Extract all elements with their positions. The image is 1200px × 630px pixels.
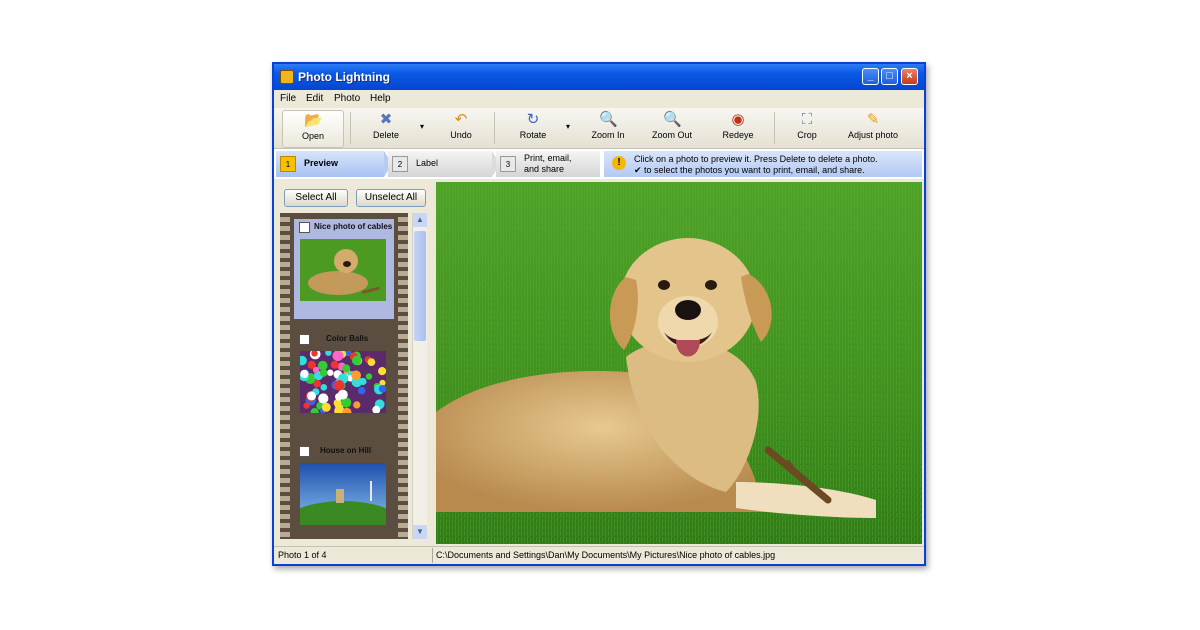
film-perforations [280,213,290,539]
undo-button[interactable]: ↶ Undo [436,110,486,146]
scroll-down-icon[interactable]: ▼ [413,525,427,539]
thumbnail-caption: Nice photo of cables [294,219,394,235]
delete-icon: ✖ [379,111,393,128]
photo-count: Photo 1 of 4 [278,550,327,560]
thumbnail-image-dog [300,239,386,301]
info-icon: ! [612,156,626,170]
filmstrip: Nice photo of cables Color Balls House o… [280,213,408,539]
toolbar: 📂 Open ✖ Delete ▾ ↶ Undo ↻ Rotate ▾ 🔍 Zo… [274,108,924,149]
thumbnail-image-house [300,463,386,525]
zoom-out-button[interactable]: 🔍 Zoom Out [642,110,702,146]
thumbnail-panel: Select All Unselect All Nice photo of ca… [274,179,432,542]
select-all-button[interactable]: Select All [284,189,348,207]
step-label-tab[interactable]: 2 Label [388,151,500,177]
adjust-photo-button[interactable]: ✎ Adjust photo [838,110,908,146]
step-bar: 1 Preview 2 Label 3 Print, email, and sh… [274,149,924,179]
step-label: Label [416,158,439,168]
step-label-line1: Print, email, [524,153,572,163]
step-preview[interactable]: 1 Preview [276,151,392,177]
photo-preview[interactable] [436,182,922,544]
thumbnail-caption: House on Hill [294,443,394,459]
step-number: 3 [500,156,516,172]
dog-photo [436,182,922,544]
step-label-line2: and share [524,164,565,174]
crop-icon: ⛶ [801,111,813,128]
zoom-in-icon: 🔍 [599,111,618,128]
thumbnail-checkbox[interactable] [299,334,310,345]
hint-banner: ! Click on a photo to preview it. Press … [604,151,922,177]
undo-icon: ↶ [454,111,468,128]
menu-help[interactable]: Help [370,93,391,104]
step-number: 1 [280,156,296,172]
toolbar-separator [774,112,775,144]
zoom-out-icon: 🔍 [663,111,682,128]
step-number: 2 [392,156,408,172]
menu-bar: File Edit Photo Help [274,90,924,108]
thumbnail-checkbox[interactable] [299,222,310,233]
adjust-photo-icon: ✎ [866,111,880,128]
rotate-button[interactable]: ↻ Rotate [504,110,562,146]
status-divider [432,548,433,563]
crop-button[interactable]: ⛶ Crop [782,110,832,146]
redeye-button[interactable]: ◉ Redeye [710,110,766,146]
open-button[interactable]: 📂 Open [282,110,344,148]
window-title: Photo Lightning [298,70,390,84]
status-bar: Photo 1 of 4 C:\Documents and Settings\D… [274,546,924,565]
open-icon: 📂 [304,112,323,129]
hint-line1: Click on a photo to preview it. Press De… [634,154,878,164]
step-label: Print, email, and share [524,153,572,175]
redeye-icon: ◉ [731,111,745,128]
thumbnail-item[interactable]: Nice photo of cables [294,219,394,319]
menu-photo[interactable]: Photo [334,93,360,104]
step-label: Preview [304,158,339,168]
step-print-email-share[interactable]: 3 Print, email, and share [496,151,600,177]
maximize-button[interactable]: □ [881,68,898,85]
thumbnail-checkbox[interactable] [299,446,310,457]
thumbnail-item[interactable]: Color Balls [294,331,394,421]
thumbnail-item[interactable]: House on Hill [294,443,394,533]
thumbnail-caption: Color Balls [294,331,394,347]
zoom-in-button[interactable]: 🔍 Zoom In [580,110,636,146]
hint-line2: ✔ to select the photos you want to print… [634,165,865,175]
menu-file[interactable]: File [280,93,296,104]
scroll-thumb[interactable] [414,231,426,341]
film-perforations [398,213,408,539]
delete-button[interactable]: ✖ Delete [358,110,414,146]
rotate-icon: ↻ [526,111,540,128]
file-path: C:\Documents and Settings\Dan\My Documen… [436,550,776,560]
app-icon [280,70,294,84]
thumbnail-image-balls [300,351,386,413]
unselect-all-button[interactable]: Unselect All [356,189,426,207]
menu-edit[interactable]: Edit [306,93,323,104]
toolbar-separator [494,112,495,144]
app-window: Photo Lightning _ □ × File Edit Photo He… [272,62,926,566]
toolbar-separator [350,112,351,144]
rotate-dropdown-arrow[interactable]: ▾ [566,122,570,131]
close-button[interactable]: × [901,68,918,85]
scroll-up-icon[interactable]: ▲ [413,213,427,227]
title-bar[interactable]: Photo Lightning _ □ × [274,64,924,90]
minimize-button[interactable]: _ [862,68,879,85]
thumbnail-scrollbar[interactable]: ▲ ▼ [412,213,427,539]
delete-dropdown-arrow[interactable]: ▾ [420,122,424,131]
